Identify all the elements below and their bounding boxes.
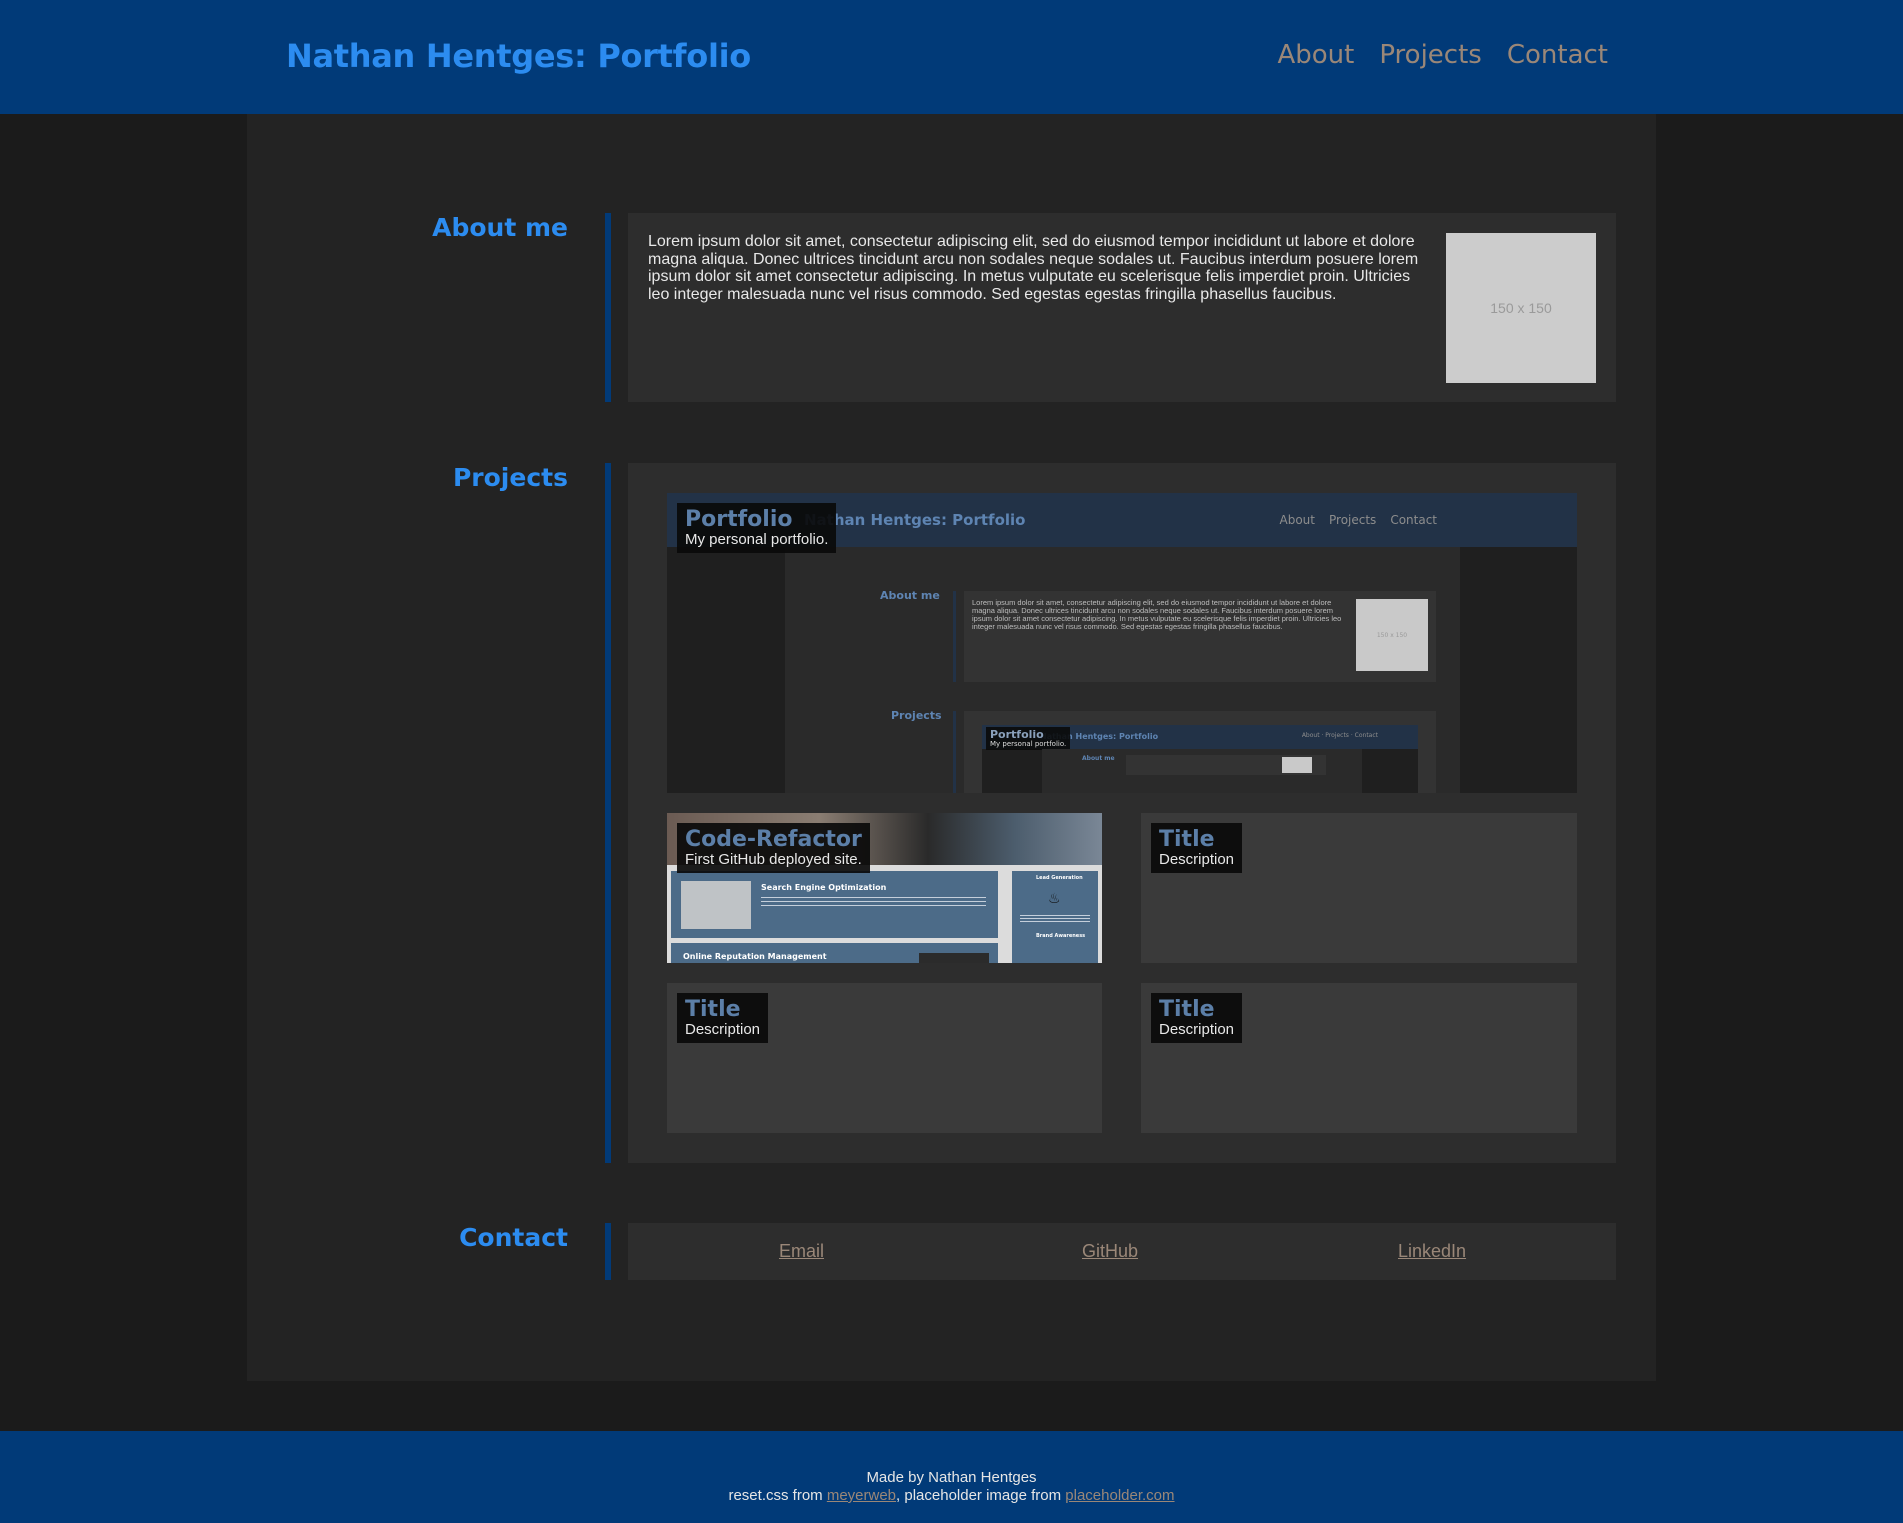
project-caption: Code-Refactor First GitHub deployed site… xyxy=(677,823,870,873)
preview-nested-caption-desc: My personal portfolio. xyxy=(990,740,1067,748)
contact-divider xyxy=(605,1223,611,1280)
cr-lightbulb-icon: ♨ xyxy=(1048,891,1061,907)
cr-lead-heading: Lead Generation xyxy=(1036,875,1083,881)
preview-image-placeholder: 150 x 150 xyxy=(1356,599,1428,671)
project-title: Title xyxy=(1159,827,1215,852)
preview-projects-label: Projects xyxy=(891,709,942,722)
about-heading: About me xyxy=(432,213,568,242)
contact-panel: Email GitHub LinkedIn xyxy=(628,1223,1616,1280)
cr-orm-box: Online Reputation Management xyxy=(671,943,998,963)
about-panel: Lorem ipsum dolor sit amet, consectetur … xyxy=(628,213,1616,402)
cr-seo-thumb xyxy=(681,881,751,929)
about-divider xyxy=(605,213,611,402)
main-nav: About Projects Contact xyxy=(1277,40,1608,70)
main-content: About me Lorem ipsum dolor sit amet, con… xyxy=(247,114,1656,1381)
project-caption: Title Description xyxy=(1151,993,1243,1043)
nav-projects-link[interactable]: Projects xyxy=(1379,40,1482,70)
preview-about-label: About me xyxy=(880,589,940,602)
cr-orm-thumb xyxy=(919,953,989,963)
preview-about-text: Lorem ipsum dolor sit amet, consectetur … xyxy=(972,598,1342,631)
cr-seo-box: Search Engine Optimization xyxy=(671,871,998,938)
cr-lead-text xyxy=(1020,915,1090,923)
project-description: My personal portfolio. xyxy=(685,531,829,548)
site-header: Nathan Hentges: Portfolio About Projects… xyxy=(0,0,1903,114)
projects-heading: Projects xyxy=(452,463,568,492)
preview-projects-divider xyxy=(953,711,956,793)
project-title: Portfolio xyxy=(685,507,793,532)
project-card-code-refactor[interactable]: Search Engine Optimization Online Reputa… xyxy=(667,813,1102,963)
meyerweb-link[interactable]: meyerweb xyxy=(827,1487,896,1504)
preview-nav-projects: Projects xyxy=(1329,513,1377,527)
project-caption: Portfolio My personal portfolio. xyxy=(677,503,837,553)
project-description: First GitHub deployed site. xyxy=(685,851,862,868)
project-caption: Title Description xyxy=(1151,823,1243,873)
cr-brand-heading: Brand Awareness xyxy=(1036,933,1086,939)
footer-attribution: reset.css from meyerweb, placeholder ima… xyxy=(0,1487,1903,1504)
projects-panel: Nathan Hentges: Portfolio About Projects… xyxy=(628,463,1616,1163)
project-caption: Title Description xyxy=(677,993,769,1043)
project-description: Description xyxy=(685,1021,761,1038)
profile-image-placeholder: 150 x 150 xyxy=(1446,233,1596,383)
project-description: Description xyxy=(1159,1021,1235,1038)
linkedin-link[interactable]: LinkedIn xyxy=(1398,1241,1466,1262)
contact-heading: Contact xyxy=(459,1223,568,1252)
preview-nested-shot: Nathan Hentges: Portfolio About · Projec… xyxy=(982,725,1418,793)
project-card-placeholder[interactable]: Title Description xyxy=(1141,983,1577,1133)
nav-contact-link[interactable]: Contact xyxy=(1507,40,1608,70)
cr-seo-heading: Search Engine Optimization xyxy=(761,883,887,892)
footer-image-prefix: , placeholder image from xyxy=(896,1487,1066,1504)
project-title: Title xyxy=(685,997,741,1022)
preview-title: Nathan Hentges: Portfolio xyxy=(804,511,1026,529)
footer-reset-prefix: reset.css from xyxy=(728,1487,827,1504)
github-link[interactable]: GitHub xyxy=(1082,1241,1138,1262)
nav-about-link[interactable]: About xyxy=(1277,40,1354,70)
preview-nav: About Projects Contact xyxy=(1280,513,1437,527)
site-title: Nathan Hentges: Portfolio xyxy=(286,37,751,75)
project-description: Description xyxy=(1159,851,1235,868)
project-card-portfolio[interactable]: Nathan Hentges: Portfolio About Projects… xyxy=(667,493,1577,793)
site-footer: Made by Nathan Hentges reset.css from me… xyxy=(0,1431,1903,1523)
preview-nested-nav: About · Projects · Contact xyxy=(1301,732,1378,739)
project-title: Code-Refactor xyxy=(685,827,862,852)
email-link[interactable]: Email xyxy=(779,1241,824,1262)
footer-credit: Made by Nathan Hentges xyxy=(866,1469,1037,1486)
preview-projects-panel: Nathan Hentges: Portfolio About · Projec… xyxy=(964,711,1436,793)
project-title: Title xyxy=(1159,997,1215,1022)
cr-seo-text xyxy=(761,897,986,907)
preview-about-panel: Lorem ipsum dolor sit amet, consectetur … xyxy=(964,591,1436,682)
preview-nested-caption: Portfolio My personal portfolio. xyxy=(986,727,1071,750)
preview-nested-main: About me xyxy=(1042,749,1362,793)
preview-nested-caption-title: Portfolio xyxy=(990,728,1044,741)
projects-divider xyxy=(605,463,611,1163)
cr-sidebar: Lead Generation ♨ Brand Awareness xyxy=(1012,871,1098,963)
preview-about-divider xyxy=(953,591,956,682)
preview-nav-about: About xyxy=(1279,513,1315,527)
preview-nav-contact: Contact xyxy=(1390,513,1437,527)
project-card-placeholder[interactable]: Title Description xyxy=(667,983,1102,1133)
placeholder-com-link[interactable]: placeholder.com xyxy=(1065,1487,1174,1504)
preview-nested-placeholder xyxy=(1282,757,1312,773)
preview-main: About me Lorem ipsum dolor sit amet, con… xyxy=(785,547,1460,793)
cr-orm-heading: Online Reputation Management xyxy=(683,952,827,961)
about-text: Lorem ipsum dolor sit amet, consectetur … xyxy=(648,233,1419,303)
project-card-placeholder[interactable]: Title Description xyxy=(1141,813,1577,963)
preview-nested-about: About me xyxy=(1082,755,1115,762)
